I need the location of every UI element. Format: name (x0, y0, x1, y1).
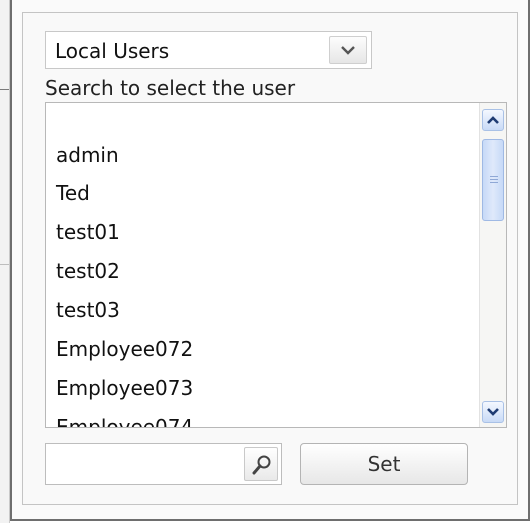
scroll-thumb[interactable] (482, 139, 504, 221)
list-item[interactable]: test01 (56, 214, 120, 251)
set-button[interactable]: Set (300, 443, 468, 485)
user-picker-panel: Local Users Search to select the user ad… (10, 0, 530, 521)
user-source-select[interactable]: Local Users (45, 31, 372, 69)
user-search-input[interactable] (48, 446, 240, 482)
magnifier-icon (252, 455, 271, 475)
chevron-down-icon (341, 46, 355, 55)
grip-line (490, 179, 498, 180)
chevron-down-icon (487, 408, 499, 416)
user-list-scrollbar[interactable] (479, 103, 506, 427)
list-item[interactable]: admin (56, 137, 119, 174)
user-listbox[interactable]: admin Ted test01 test02 test03 Employee0… (45, 102, 507, 428)
user-source-value: Local Users (55, 39, 170, 63)
scroll-up-button[interactable] (482, 109, 504, 131)
search-instruction-label: Search to select the user (45, 76, 296, 100)
search-button[interactable] (244, 447, 278, 481)
list-item[interactable]: test03 (56, 292, 120, 329)
list-item[interactable]: Employee072 (56, 331, 193, 368)
grip-line (490, 182, 498, 183)
list-item[interactable]: Employee074 (56, 409, 193, 427)
user-search-box (45, 443, 282, 485)
list-item[interactable]: test02 (56, 253, 120, 290)
user-source-dropdown-button[interactable] (329, 36, 367, 64)
grip-line (490, 176, 498, 177)
chevron-up-icon (487, 116, 499, 124)
scroll-down-button[interactable] (482, 401, 504, 423)
list-item[interactable]: Ted (56, 175, 90, 212)
list-item[interactable]: Employee073 (56, 370, 193, 407)
